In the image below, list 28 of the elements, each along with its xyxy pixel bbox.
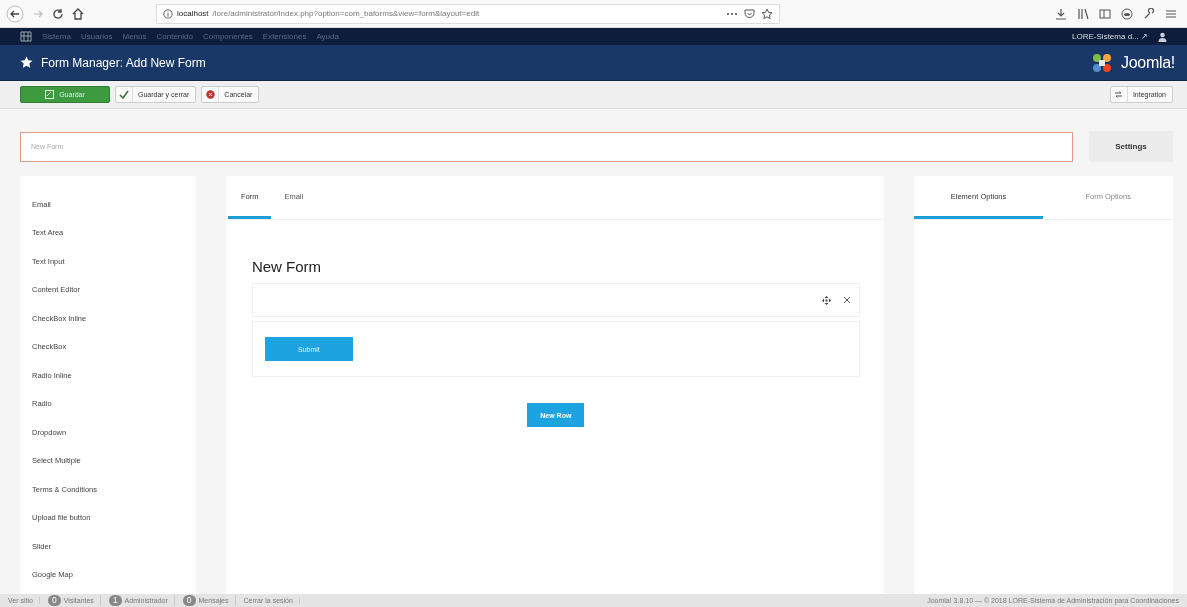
star-icon[interactable]: [761, 7, 773, 20]
edit-icon: [45, 90, 55, 99]
move-icon[interactable]: [821, 295, 831, 305]
close-icon[interactable]: [842, 296, 851, 304]
reload-icon[interactable]: [52, 7, 64, 20]
site-link[interactable]: LORE-Sistema d... ↗: [1072, 32, 1148, 41]
library-icon[interactable]: [1077, 7, 1089, 20]
logo-icon: [1091, 51, 1114, 74]
wrench-icon[interactable]: [1143, 7, 1155, 20]
back-icon[interactable]: [6, 4, 24, 23]
mask-icon[interactable]: [1121, 7, 1133, 20]
count-badge: 0: [182, 595, 196, 606]
pocket-icon[interactable]: [744, 8, 755, 19]
address-bar[interactable]: localhost /lore/administrator/index.php?option=com_baforms&view=form&layout=edit: [156, 3, 780, 24]
home-icon[interactable]: [72, 7, 84, 20]
form-title: New Form: [251, 258, 323, 275]
info-icon: [163, 8, 173, 19]
count-badge: 0: [47, 595, 61, 606]
download-icon[interactable]: [1055, 7, 1067, 20]
cancel-icon: [205, 90, 215, 99]
settings-button[interactable]: Settings: [1089, 131, 1173, 162]
user-icon[interactable]: [1158, 31, 1167, 42]
check-icon: [119, 90, 129, 99]
sidebar-icon[interactable]: [1099, 7, 1111, 20]
logo-text: Joomla!: [1121, 53, 1175, 72]
count-badge: 1: [108, 595, 122, 606]
page-title: Form Manager: Add New Form: [41, 55, 206, 70]
star-icon: [20, 56, 33, 69]
